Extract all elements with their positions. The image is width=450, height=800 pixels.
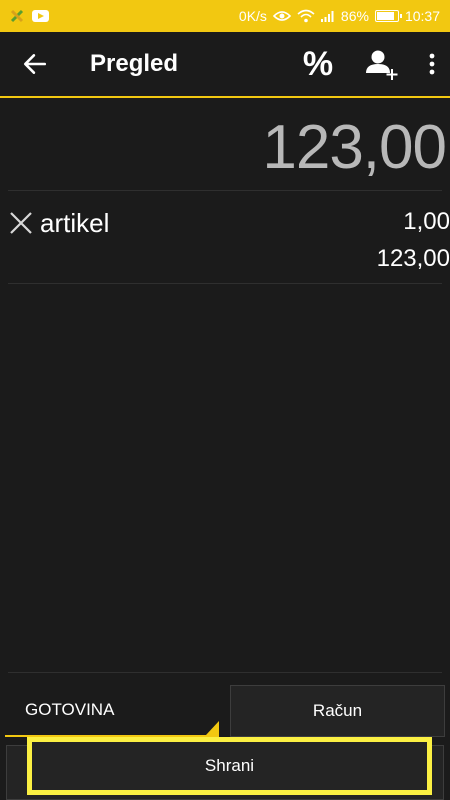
back-button[interactable]	[0, 31, 70, 97]
app-bar: Pregled %	[0, 32, 450, 98]
divider-top	[8, 190, 442, 191]
arrow-left-icon	[23, 54, 47, 74]
percent-icon: %	[302, 44, 334, 83]
status-bar-right: 0K/s 86% 10:37	[239, 8, 440, 24]
page-title: Pregled	[90, 50, 179, 77]
battery-percent: 86%	[340, 8, 369, 24]
add-person-icon	[366, 50, 398, 80]
list-item[interactable]: artikel 1,00 123,00	[0, 200, 450, 282]
payment-method-tab[interactable]: GOTOVINA	[5, 684, 219, 736]
total-amount: 123,00	[262, 113, 447, 182]
add-customer-button[interactable]	[350, 31, 414, 97]
eye-icon	[272, 11, 291, 21]
payment-area: GOTOVINA Račun Shrani	[0, 672, 450, 800]
more-vertical-icon	[429, 53, 435, 75]
status-bar-left	[10, 9, 49, 23]
wifi-icon	[297, 9, 315, 23]
payment-tab-indicator	[206, 721, 219, 735]
battery-icon	[374, 10, 402, 22]
signal-icon	[320, 11, 334, 22]
save-button[interactable]: Shrani	[27, 737, 432, 795]
app-notification-icon	[10, 9, 24, 23]
divider-bottom	[8, 283, 442, 284]
more-options-button[interactable]	[414, 31, 450, 97]
close-icon[interactable]	[8, 210, 34, 236]
item-price: 123,00	[376, 245, 450, 272]
youtube-notification-icon	[32, 10, 49, 22]
status-bar: 0K/s 86% 10:37	[0, 0, 450, 32]
discount-button[interactable]: %	[286, 31, 350, 97]
item-quantity: 1,00	[403, 208, 450, 235]
invoice-button[interactable]: Račun	[230, 685, 445, 737]
item-name: artikel	[40, 208, 110, 238]
status-time: 10:37	[404, 8, 440, 24]
network-speed: 0K/s	[238, 8, 267, 24]
battery-level-fill	[376, 12, 395, 20]
